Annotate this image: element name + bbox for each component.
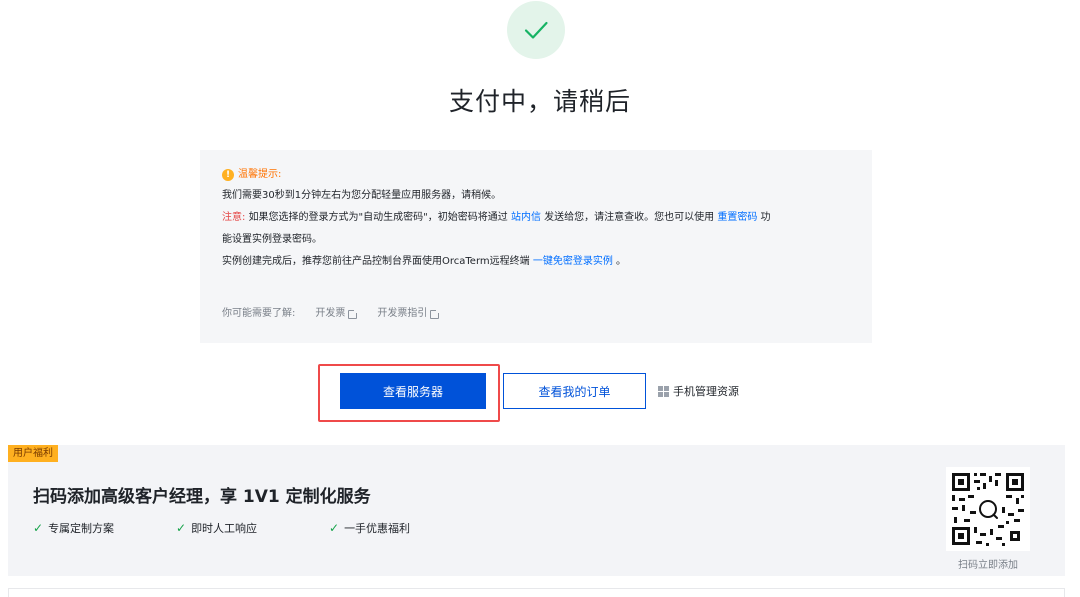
check-icon: ✓: [176, 521, 187, 535]
tips-heading-label: 温馨提示:: [238, 169, 282, 180]
external-link-icon: [430, 308, 441, 319]
tips-line-password: 能设置实例登录密码。: [222, 234, 322, 245]
note-label: 注意:: [222, 212, 246, 223]
qrcode-icon: [658, 385, 669, 397]
feature-label: 一手优惠福利: [344, 522, 411, 535]
reset-password-link[interactable]: 重置密码: [717, 212, 757, 223]
invoice-guide-link-label: 开发票指引: [377, 308, 428, 319]
inbox-link[interactable]: 站内信: [511, 212, 541, 223]
feature-label: 专属定制方案: [48, 522, 115, 535]
tips-line-allocation: 我们需要30秒到1分钟左右为您分配轻量应用服务器，请稍候。: [222, 190, 502, 201]
page-title: 支付中，请稍后: [448, 87, 631, 116]
qr-code: [946, 467, 1030, 551]
benefit-card: 用户福利 扫码添加高级客户经理，享 1V1 定制化服务 ✓ 专属定制方案 ✓ 即…: [8, 445, 1065, 576]
qr-caption: 扫码立即添加: [958, 560, 1018, 571]
learn-label: 你可能需要了解:: [222, 308, 296, 319]
note-text: 发送给您，请注意查收。您也可以使用: [544, 212, 715, 223]
warning-icon: !: [222, 169, 234, 181]
external-link-icon: [348, 308, 359, 319]
tips-line-login: 实例创建完成后，推荐您前往产品控制台界面使用OrcaTerm远程终端 一键免密登…: [222, 251, 850, 273]
feature-label: 即时人工响应: [191, 522, 258, 535]
view-servers-button[interactable]: 查看服务器: [340, 373, 486, 409]
success-badge: [507, 1, 565, 59]
tips-heading: ! 温馨提示:: [222, 165, 850, 185]
note-text: 功: [760, 212, 771, 223]
benefit-title: 扫码添加高级客户经理，享 1V1 定制化服务: [33, 487, 371, 507]
benefit-features: ✓ 专属定制方案 ✓ 即时人工响应 ✓ 一手优惠福利: [33, 520, 410, 536]
mobile-manage-label: 手机管理资源: [673, 385, 739, 398]
tips-line-note: 注意: 如果您选择的登录方式为"自动生成密码"，初始密码将通过 站内信 发送给您…: [222, 207, 850, 229]
invoice-guide-link[interactable]: 开发票指引: [377, 303, 441, 325]
benefit-tag: 用户福利: [8, 445, 58, 462]
feature-item: ✓ 即时人工响应: [176, 520, 329, 536]
payment-status-page: 支付中，请稍后 ! 温馨提示: 我们需要30秒到1分钟左右为您分配轻量应用服务器…: [0, 0, 1080, 597]
passwordless-login-link[interactable]: 一键免密登录实例: [533, 256, 613, 267]
mobile-manage-link[interactable]: 手机管理资源: [658, 383, 739, 399]
check-icon: ✓: [329, 521, 340, 535]
next-section-card: [8, 588, 1065, 597]
tips-panel: ! 温馨提示: 我们需要30秒到1分钟左右为您分配轻量应用服务器，请稍候。 注意…: [200, 150, 872, 343]
learn-more: 你可能需要了解: 开发票 开发票指引: [222, 303, 441, 325]
feature-item: ✓ 专属定制方案: [33, 520, 176, 536]
feature-item: ✓ 一手优惠福利: [329, 520, 410, 536]
invoice-link-label: 开发票: [315, 308, 346, 319]
check-icon: [524, 21, 548, 39]
check-icon: ✓: [33, 521, 44, 535]
note-text: 如果您选择的登录方式为"自动生成密码"，初始密码将通过: [248, 212, 508, 223]
qrcode-image: [952, 473, 1024, 546]
login-text: 。: [616, 256, 627, 267]
view-orders-button[interactable]: 查看我的订单: [503, 373, 646, 409]
invoice-link[interactable]: 开发票: [315, 303, 359, 325]
login-text: 实例创建完成后，推荐您前往产品控制台界面使用OrcaTerm远程终端: [222, 256, 530, 267]
